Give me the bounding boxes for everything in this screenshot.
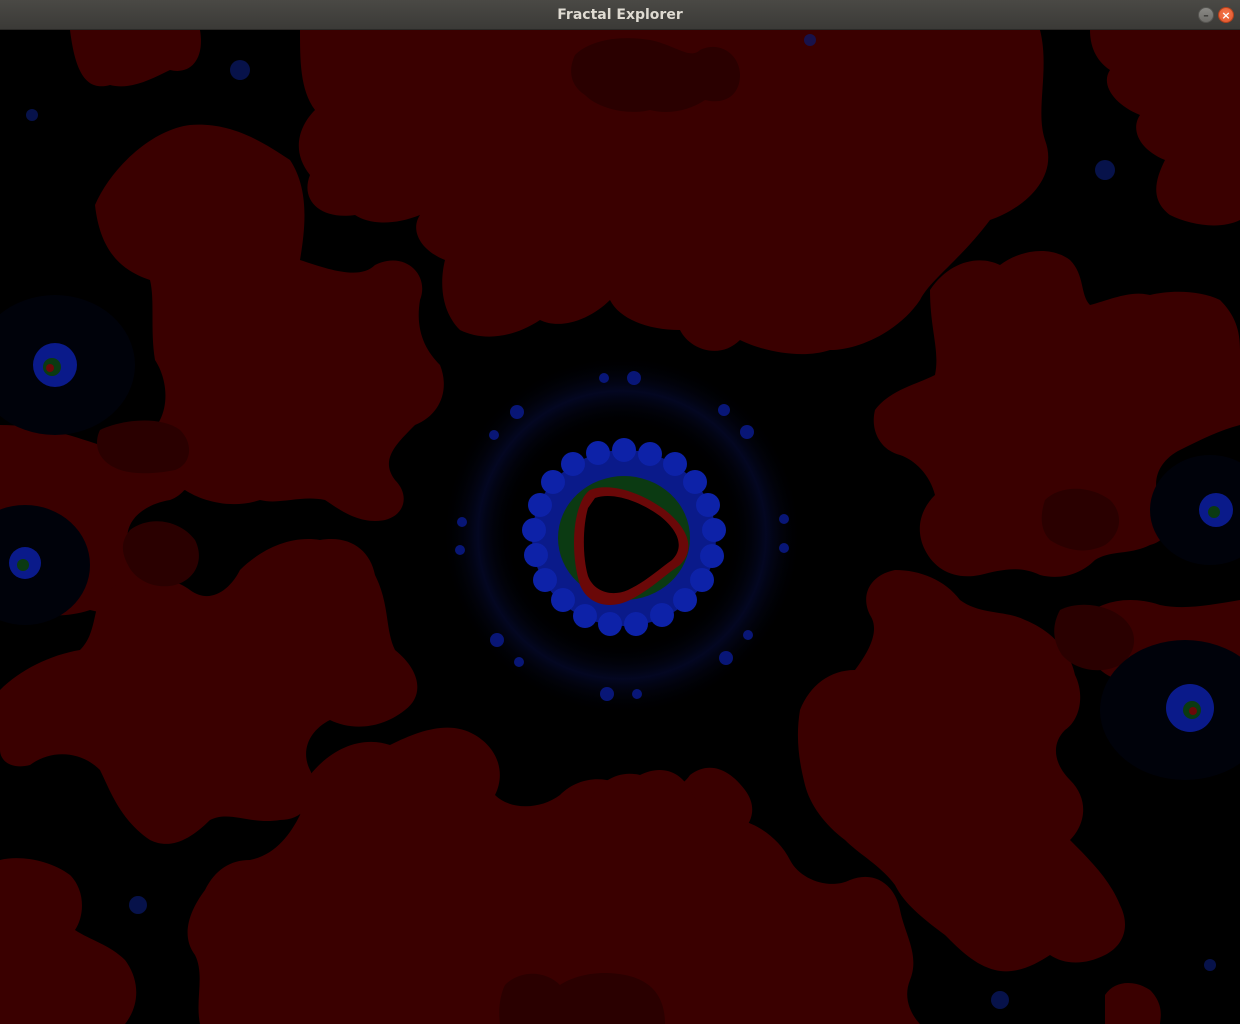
fractal-canvas[interactable] xyxy=(0,30,1240,1024)
fractal-explorer-window: Fractal Explorer – × xyxy=(0,0,1240,1024)
fractal-image[interactable] xyxy=(0,30,1240,1024)
minimize-icon[interactable]: – xyxy=(1198,7,1214,23)
title-bar[interactable]: Fractal Explorer – × xyxy=(0,0,1240,30)
close-icon[interactable]: × xyxy=(1218,7,1234,23)
window-title: Fractal Explorer xyxy=(557,7,683,23)
